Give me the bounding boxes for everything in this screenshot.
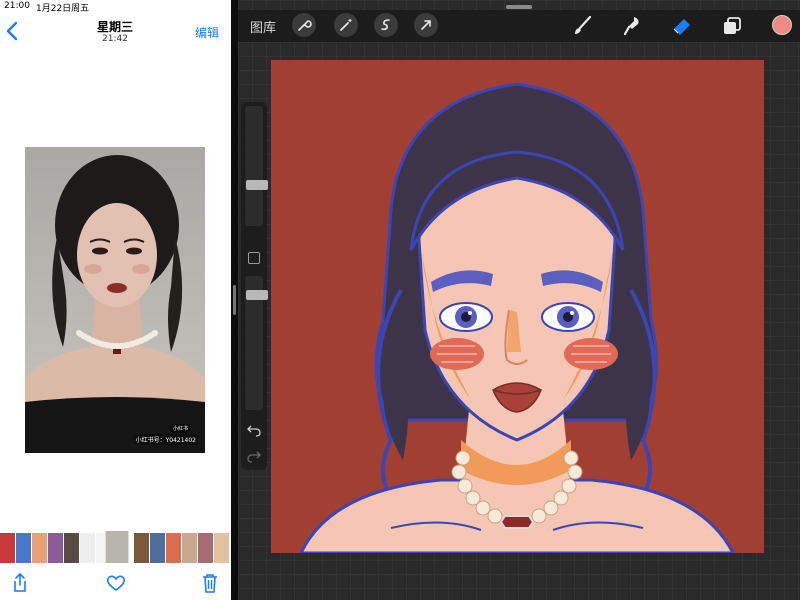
watermark-id: 小红书号：Y0421402 [132,434,199,445]
share-button[interactable] [9,572,31,594]
back-button[interactable] [4,20,20,42]
thumbnail[interactable] [80,533,95,563]
thumbnail[interactable] [214,533,229,563]
thumbnail[interactable] [32,533,47,563]
photo-date-title: 星期三 [96,20,133,34]
thumbnail-selected[interactable] [105,531,129,563]
thumbnail[interactable] [64,533,79,563]
split-view-divider[interactable] [231,0,238,600]
wrench-icon [298,20,312,31]
brush-size-slider[interactable] [245,106,268,226]
status-bar: 21:00 1月22日周五 [0,0,231,14]
thumbnail[interactable] [182,533,197,563]
portrait-photo-image [25,147,205,453]
reference-photo[interactable]: 小红书 小红书号：Y0421402 [25,147,205,453]
photo-nav-bar: 星期三 21:42 编辑 [0,14,231,48]
share-icon [14,572,26,592]
edit-button[interactable]: 编辑 [195,24,219,41]
thumbnail[interactable] [134,533,149,563]
smudge-button[interactable] [620,14,644,38]
favorite-button[interactable] [105,572,127,594]
actions-button[interactable] [292,13,316,37]
drawing-canvas[interactable] [271,60,764,553]
smudge-icon [623,17,639,36]
delete-button[interactable] [199,572,221,594]
transform-icon [421,20,431,30]
magic-wand-icon [340,19,352,31]
opacity-slider[interactable] [245,276,268,410]
brush-icon [575,15,592,34]
eraser-button[interactable] [670,14,694,38]
portrait-illustration [271,60,764,553]
undo-button[interactable] [246,422,262,437]
watermark-badge: 小红书 [169,424,191,433]
thumbnail[interactable] [198,533,213,563]
modify-button[interactable] [248,252,260,264]
brush-size-knob[interactable] [246,180,268,190]
procreate-toolbar: 图库 [238,10,800,42]
color-picker-button[interactable] [772,15,792,35]
procreate-app: 图库 [238,0,800,600]
thumbnail[interactable] [166,533,181,563]
thumbnail[interactable] [48,533,63,563]
redo-button[interactable] [246,448,262,463]
layers-icon [724,17,741,34]
eraser-icon [673,19,690,35]
opacity-knob[interactable] [246,290,268,300]
status-date: 1月22日周五 [36,4,90,14]
status-time: 21:00 [4,1,30,11]
thumbnail-strip[interactable] [0,531,231,563]
heart-icon [106,575,126,591]
transform-button[interactable] [414,13,438,37]
sidebar [241,102,268,470]
layers-button[interactable] [720,14,744,38]
selection-button[interactable] [374,13,398,37]
screen: 21:00 1月22日周五 星期三 21:42 编辑 小红书 小红书号：Y042… [0,0,800,600]
multitasking-handle[interactable] [506,5,532,9]
trash-icon [203,574,217,593]
undo-icon [247,425,261,437]
thumbnail[interactable] [150,533,165,563]
photos-app: 21:00 1月22日周五 星期三 21:42 编辑 小红书 小红书号：Y042… [0,0,231,600]
adjustments-button[interactable] [334,13,358,37]
thumbnail[interactable] [0,533,15,563]
split-view-handle[interactable] [233,285,236,315]
thumbnail[interactable] [16,533,31,563]
photo-action-bar [0,566,231,600]
photo-time-subtitle: 21:42 [102,34,128,44]
redo-icon [247,451,261,463]
brush-button[interactable] [570,14,594,38]
chevron-left-icon [6,21,18,41]
gallery-button[interactable]: 图库 [250,17,276,36]
selection-icon [381,19,390,31]
photo-viewer: 小红书 小红书号：Y0421402 [0,48,231,528]
